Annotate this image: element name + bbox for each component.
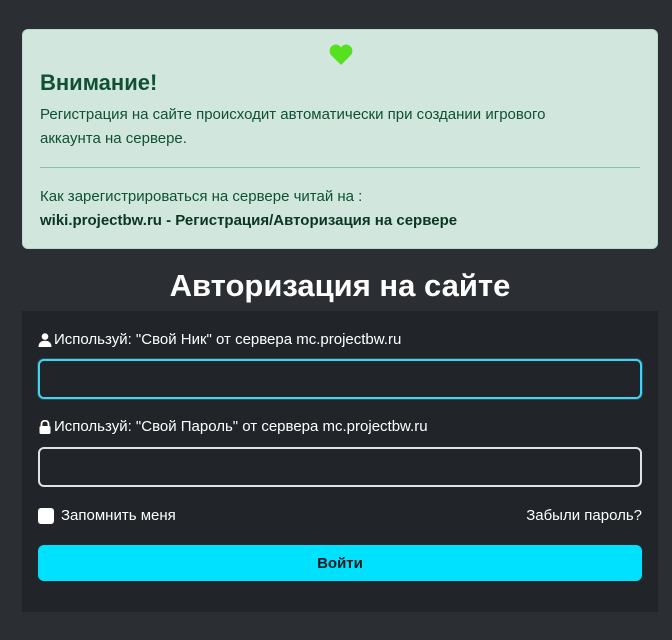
page-title: Авторизация на сайте [169, 268, 511, 303]
password-input[interactable] [38, 447, 642, 487]
info-alert: Внимание! Регистрация на сайте происходи… [22, 29, 658, 249]
remember-me-checkbox[interactable] [38, 508, 54, 524]
username-label-text: Используй: "Свой Ник" от сервера mc.proj… [54, 331, 402, 348]
alert-divider [40, 167, 640, 168]
remember-me-label: Запомнить меня [61, 507, 176, 524]
page: Внимание! Регистрация на сайте происходи… [0, 0, 672, 640]
lock-icon [39, 420, 51, 434]
alert-message: Регистрация на сайте происходит автомати… [40, 106, 546, 147]
wiki-registration-link[interactable]: wiki.projectbw.ru - Регистрация/Авториза… [40, 209, 457, 233]
username-input[interactable] [38, 359, 642, 399]
forgot-password-link[interactable]: Забыли пароль? [526, 506, 642, 526]
login-button[interactable]: Войти [38, 545, 642, 581]
remember-me[interactable]: Запомнить меня [38, 506, 176, 526]
heart-icon [329, 44, 353, 65]
password-label-text: Используй: "Свой Пароль" от сервера mc.p… [54, 418, 428, 435]
password-label: Используй: "Свой Пароль" от сервера mc.p… [38, 417, 428, 437]
username-label: Используй: "Свой Ник" от сервера mc.proj… [38, 330, 401, 350]
login-form: Используй: "Свой Ник" от сервера mc.proj… [22, 311, 658, 612]
user-icon [38, 333, 52, 347]
alert-title: Внимание! [40, 70, 158, 95]
alert-howto-text: Как зарегистрироваться на сервере читай … [40, 188, 363, 205]
